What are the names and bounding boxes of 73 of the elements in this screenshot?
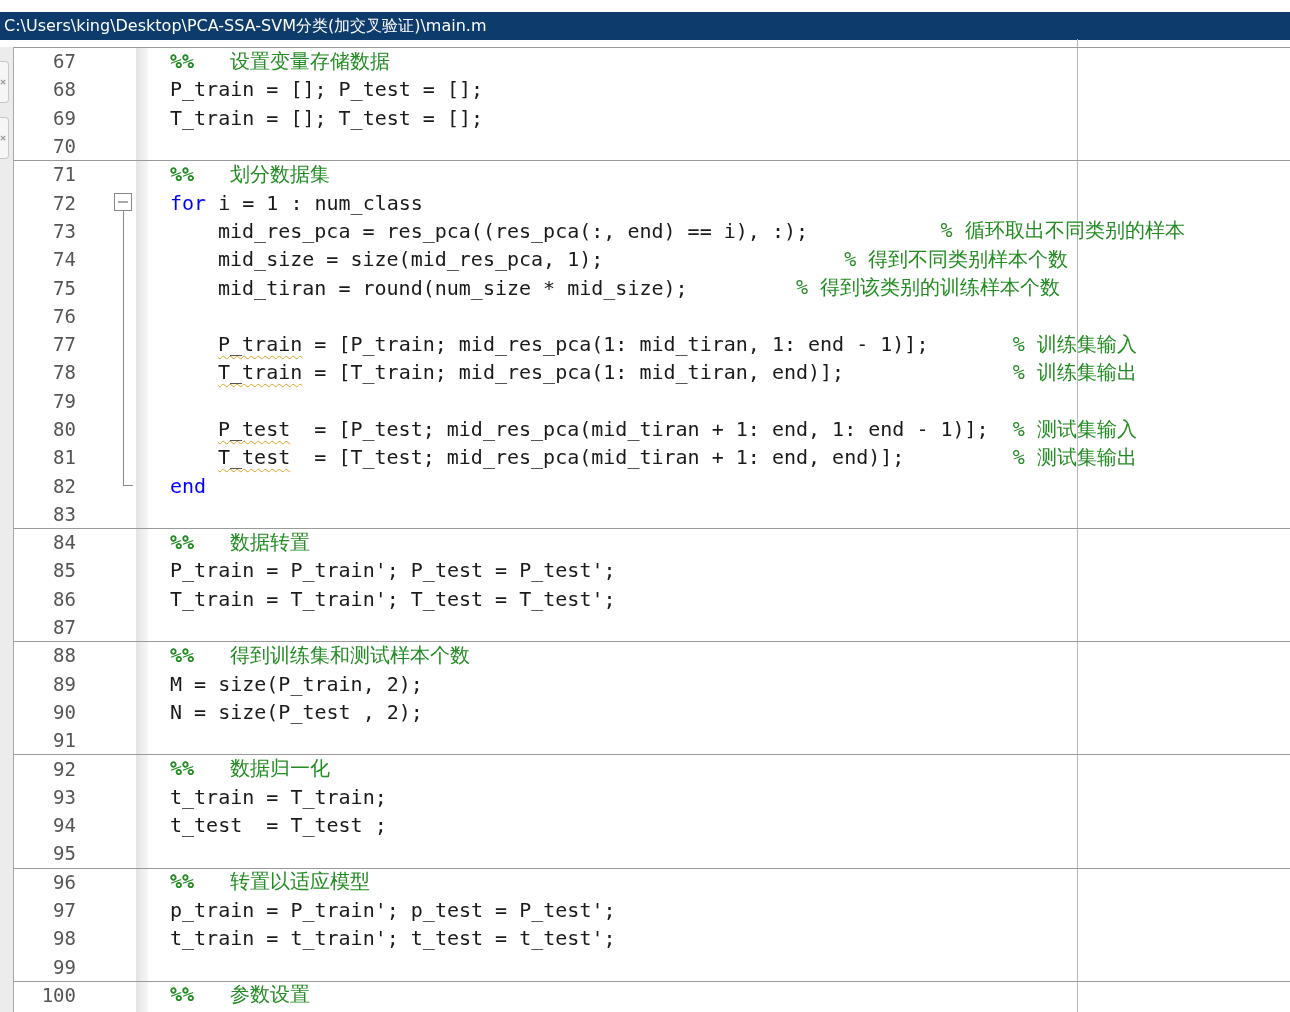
line-number: 79 [53, 389, 76, 412]
section-heading: %% 参数设置 [170, 981, 311, 1009]
code-comment: % 得到该类别的训练样本个数 [795, 274, 1061, 301]
line-number: 81 [53, 446, 76, 469]
section-heading: %% 转置以适应模型 [170, 868, 371, 896]
code-text: end [170, 473, 207, 498]
line-number: 72 [53, 191, 76, 214]
code-text: T_train = T_train'; T_test = T_test'; [170, 586, 616, 611]
code-text: P_test = [P_test; mid_res_pca(mid_tiran + 1: end, 1: end - 1)]; [218, 417, 990, 441]
code-text: p_train = P_train'; p_test = P_test'; [170, 898, 616, 923]
section-heading: %% 数据归一化 [170, 755, 331, 783]
code-comment: % 测试集输出 [1012, 443, 1137, 471]
line-number: 67 [53, 50, 76, 73]
line-number: 86 [53, 587, 76, 610]
code-text: t_train = t_train'; t_test = t_test'; [170, 926, 616, 951]
line-number: 100 [41, 983, 76, 1006]
code-comment: % 得到不同类别样本个数 [844, 245, 1069, 273]
fold-toggle-icon[interactable] [114, 193, 132, 212]
line-number: 80 [53, 418, 76, 440]
code-text: T_test = [T_test; mid_res_pca(mid_tiran + 1: end, end)]; [218, 445, 906, 470]
section-heading: %% 得到训练集和测试样本个数 [170, 641, 471, 669]
line-number: 68 [53, 78, 76, 101]
line-number: 85 [53, 559, 76, 582]
code-comment: % 测试集输入 [1012, 415, 1137, 443]
line-number: 75 [53, 276, 76, 299]
line-number: 93 [53, 785, 76, 808]
line-number: 98 [53, 927, 76, 950]
line-number: 84 [53, 531, 76, 554]
section-heading: %% 设置变量存储数据 [170, 47, 391, 75]
line-number: 88 [53, 644, 76, 667]
close-icon[interactable] [0, 78, 7, 86]
code-text: mid_size = size(mid_res_pca, 1); [218, 247, 605, 272]
line-number: 74 [53, 248, 76, 271]
line-number: 91 [53, 729, 76, 752]
line-number: 96 [53, 870, 76, 893]
code-text: N = size(P_test , 2); [170, 699, 423, 724]
window-title: C:\Users\king\Desktop\PCA-SSA-SVM分类(加交叉验证)\main.m [4, 15, 487, 37]
line-number: 70 [53, 135, 76, 158]
code-text: T_train = [T_train; mid_res_pca(1: mid_tiran, end)]; [218, 360, 846, 385]
code-text: mid_tiran = round(num_size * mid_size); [218, 275, 689, 300]
line-number: 78 [53, 361, 76, 384]
line-number: 97 [53, 899, 76, 922]
code-text: for i = 1 : num_class [170, 190, 423, 215]
section-heading: %% 划分数据集 [170, 160, 331, 188]
line-number: 95 [53, 842, 76, 865]
line-number: 76 [53, 304, 76, 327]
line-number: 71 [53, 163, 76, 186]
code-comment: % 循环取出不同类别的样本 [940, 217, 1185, 245]
side-tab[interactable] [0, 117, 9, 159]
code-text: P_train = [P_train; mid_res_pca(1: mid_tiran, 1: end - 1)]; [218, 332, 930, 357]
code-text: t_train = T_train; [170, 784, 387, 809]
line-number: 77 [53, 333, 76, 356]
close-icon[interactable] [0, 134, 7, 142]
code-text: P_train = P_train'; P_test = P_test'; [170, 558, 616, 583]
code-text: T_train = []; T_test = []; [170, 105, 484, 130]
line-number: 73 [53, 219, 76, 242]
code-text: mid_res_pca = res_pca((res_pca(:, end) == i), :); [218, 218, 809, 243]
section-heading: %% 数据转置 [170, 528, 311, 556]
code-text: t_test = T_test ; [170, 813, 387, 838]
line-number: 99 [53, 955, 76, 978]
code-text: M = size(P_train, 2); [170, 671, 423, 696]
line-number: 69 [53, 106, 76, 129]
line-number: 94 [53, 814, 76, 837]
line-number: 89 [53, 672, 76, 695]
line-number: 90 [53, 700, 76, 723]
line-number: 83 [53, 502, 76, 525]
line-number: 87 [53, 616, 76, 639]
line-number: 82 [53, 474, 76, 497]
code-text: P_train = []; P_test = []; [170, 77, 484, 102]
code-comment: % 训练集输入 [1012, 330, 1137, 358]
side-tab[interactable] [0, 61, 9, 103]
code-comment: % 训练集输出 [1012, 358, 1137, 386]
line-number: 92 [53, 757, 76, 780]
